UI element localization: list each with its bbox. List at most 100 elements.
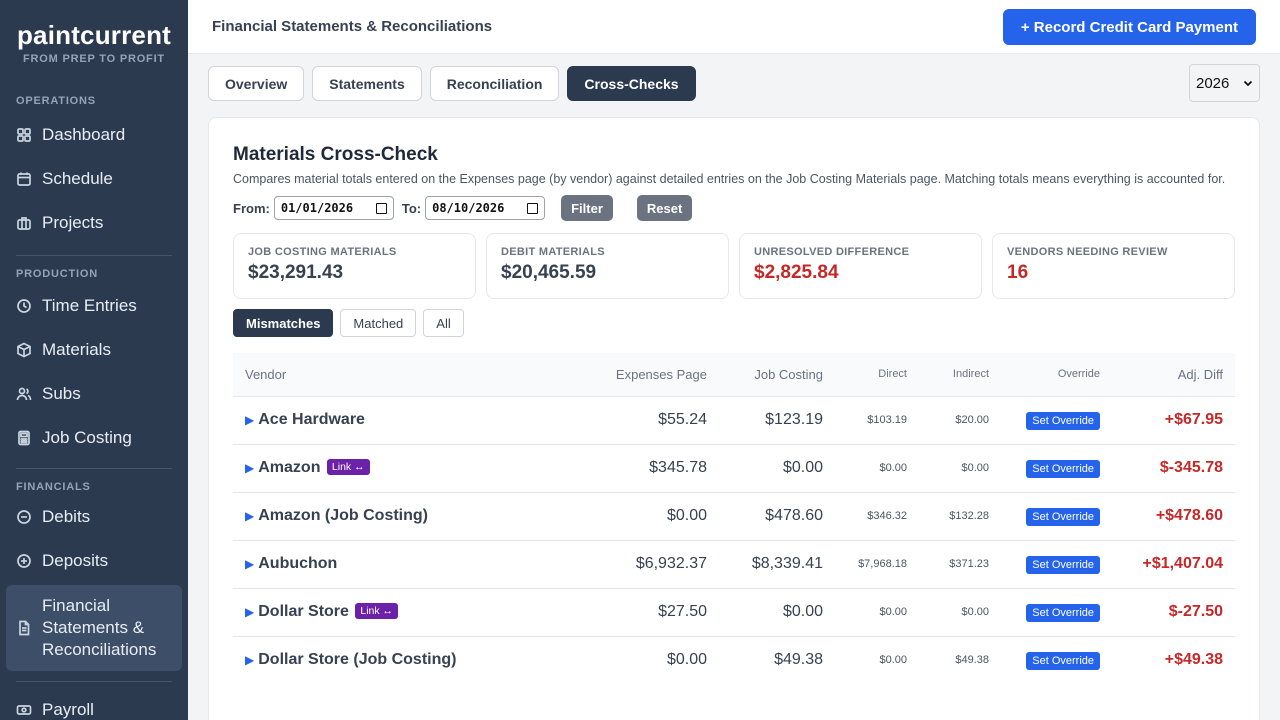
section-label-production: PRODUCTION <box>16 268 98 280</box>
stat-value: $23,291.43 <box>248 262 344 283</box>
link-badge[interactable]: Link ↔ <box>355 603 399 619</box>
year-select[interactable]: 2026 <box>1189 64 1260 102</box>
stat-label: DEBIT MATERIALS <box>501 246 605 258</box>
record-credit-card-payment-button[interactable]: + Record Credit Card Payment <box>1002 9 1256 45</box>
table-row[interactable]: ▶ Dollar Store (Job Costing) $0.00 $49.38… <box>233 635 1235 684</box>
sidebar-item-payroll[interactable]: Payroll <box>0 688 188 720</box>
vendor-cell[interactable]: ▶ Aubuchon <box>233 539 589 588</box>
sidebar-item-label: Schedule <box>42 169 113 188</box>
tab-reconciliation[interactable]: Reconciliation <box>429 66 560 101</box>
column-header-indirect[interactable]: Indirect <box>919 353 1001 396</box>
sidebar-item-label: Materials <box>42 340 111 359</box>
indirect-cell: $132.28 <box>919 491 1001 540</box>
sidebar-item-label: Projects <box>42 213 104 232</box>
sidebar-item-schedule[interactable]: Schedule <box>0 157 188 201</box>
indirect-cell: $49.38 <box>919 635 1001 684</box>
sidebar-item-projects[interactable]: Projects <box>0 201 188 245</box>
toggle-all[interactable]: All <box>423 309 464 337</box>
sidebar: paintcurrent FROM PREP TO PROFIT OPERATI… <box>0 0 188 720</box>
column-header-vendor[interactable]: Vendor <box>233 353 589 396</box>
table-row[interactable]: ▶ Amazon Link ↔ $345.78 $0.00 $0.00 $0.00… <box>233 443 1235 492</box>
summary-stats: JOB COSTING MATERIALS $23,291.43 DEBIT M… <box>233 233 1235 299</box>
reset-button[interactable]: Reset <box>636 195 693 221</box>
table-header-row: Vendor Expenses Page Job Costing Direct … <box>233 353 1235 396</box>
to-date-input[interactable]: 08/10/2026 <box>425 196 546 220</box>
set-override-button[interactable]: Set Override <box>1026 459 1100 478</box>
stat-job-costing-materials: JOB COSTING MATERIALS $23,291.43 <box>233 233 476 299</box>
expand-arrow-icon[interactable]: ▶ <box>245 461 254 475</box>
sidebar-item-financial-statements[interactable]: Financial Statements & Reconciliations <box>6 585 182 671</box>
brand-tagline: FROM PREP TO PROFIT <box>23 53 165 65</box>
sidebar-item-time-entries[interactable]: Time Entries <box>0 284 188 328</box>
set-override-button[interactable]: Set Override <box>1026 651 1100 670</box>
vendor-name: Dollar Store <box>258 603 349 620</box>
stat-label: UNRESOLVED DIFFERENCE <box>754 246 910 258</box>
column-header-expenses-page[interactable]: Expenses Page <box>589 353 719 396</box>
vendor-cell[interactable]: ▶ Amazon Link ↔ <box>233 443 589 492</box>
table-body: ▶ Ace Hardware $55.24 $123.19 $103.19 $20… <box>233 395 1235 684</box>
toggle-mismatches[interactable]: Mismatches <box>233 309 334 337</box>
vendor-cell[interactable]: ▶ Dollar Store Link ↔ <box>233 587 589 636</box>
brand-logo[interactable]: paintcurrent <box>0 20 188 51</box>
vendor-name: Ace Hardware <box>258 411 365 428</box>
sidebar-item-deposits[interactable]: Deposits <box>0 539 188 583</box>
sidebar-item-label: Deposits <box>42 551 109 570</box>
tab-cross-checks[interactable]: Cross-Checks <box>567 66 696 101</box>
stat-debit-materials: DEBIT MATERIALS $20,465.59 <box>486 233 729 299</box>
sidebar-item-label: Debits <box>42 507 91 526</box>
table-row[interactable]: ▶ Aubuchon $6,932.37 $8,339.41 $7,968.18 … <box>233 539 1235 588</box>
expenses-cell: $27.50 <box>589 587 719 636</box>
from-date-input[interactable]: 01/01/2026 <box>273 196 394 220</box>
tab-statements[interactable]: Statements <box>312 66 422 101</box>
expenses-cell: $345.78 <box>589 443 719 492</box>
override-cell: Set Override <box>1001 635 1112 684</box>
toggle-matched[interactable]: Matched <box>340 309 417 337</box>
sidebar-item-subs[interactable]: Subs <box>0 372 188 416</box>
job-costing-cell: $123.19 <box>719 395 835 444</box>
link-badge[interactable]: Link ↔ <box>326 459 370 475</box>
sidebar-item-debits[interactable]: Debits <box>0 495 188 539</box>
column-header-adj-diff[interactable]: Adj. Diff <box>1112 353 1235 396</box>
tab-overview[interactable]: Overview <box>208 66 305 101</box>
vendor-cell[interactable]: ▶ Dollar Store (Job Costing) <box>233 635 589 684</box>
direct-cell: $346.32 <box>835 491 919 540</box>
set-override-button[interactable]: Set Override <box>1026 507 1100 526</box>
table-row[interactable]: ▶ Amazon (Job Costing) $0.00 $478.60 $346… <box>233 491 1235 540</box>
expand-arrow-icon[interactable]: ▶ <box>245 509 254 523</box>
expand-arrow-icon[interactable]: ▶ <box>245 413 254 427</box>
sidebar-item-label: Payroll <box>42 700 94 719</box>
stat-value: 16 <box>1007 262 1029 283</box>
direct-cell: $0.00 <box>835 635 919 684</box>
users-icon <box>16 387 32 401</box>
column-header-job-costing[interactable]: Job Costing <box>719 353 835 396</box>
expand-arrow-icon[interactable]: ▶ <box>245 605 254 619</box>
column-header-override[interactable]: Override <box>1001 353 1112 396</box>
direct-cell: $103.19 <box>835 395 919 444</box>
vendor-cell[interactable]: ▶ Amazon (Job Costing) <box>233 491 589 540</box>
sidebar-item-job-costing[interactable]: Job Costing <box>0 416 188 460</box>
sidebar-item-dashboard[interactable]: Dashboard <box>0 113 188 157</box>
job-costing-cell: $478.60 <box>719 491 835 540</box>
table-row[interactable]: ▶ Ace Hardware $55.24 $123.19 $103.19 $20… <box>233 395 1235 444</box>
set-override-button[interactable]: Set Override <box>1026 603 1100 622</box>
override-cell: Set Override <box>1001 539 1112 588</box>
card-description: Compares material totals entered on the … <box>233 172 1226 186</box>
expand-arrow-icon[interactable]: ▶ <box>245 557 254 571</box>
job-costing-cell: $0.00 <box>719 443 835 492</box>
filter-button[interactable]: Filter <box>561 195 613 221</box>
expand-arrow-icon[interactable]: ▶ <box>245 653 254 667</box>
stat-value: $2,825.84 <box>754 262 839 283</box>
vendor-cell[interactable]: ▶ Ace Hardware <box>233 395 589 444</box>
calendar-icon[interactable] <box>375 202 387 214</box>
set-override-button[interactable]: Set Override <box>1026 411 1100 430</box>
minus-circle-icon <box>17 510 31 524</box>
table-row[interactable]: ▶ Dollar Store Link ↔ $27.50 $0.00 $0.00 … <box>233 587 1235 636</box>
column-header-direct[interactable]: Direct <box>835 353 919 396</box>
set-override-button[interactable]: Set Override <box>1026 555 1100 574</box>
stat-label: VENDORS NEEDING REVIEW <box>1007 246 1168 258</box>
brand: paintcurrent FROM PREP TO PROFIT <box>0 0 188 65</box>
sidebar-item-materials[interactable]: Materials <box>0 328 188 372</box>
chevron-down-icon <box>1243 80 1253 87</box>
calendar-icon[interactable] <box>527 202 539 214</box>
stat-value: $20,465.59 <box>501 262 597 283</box>
